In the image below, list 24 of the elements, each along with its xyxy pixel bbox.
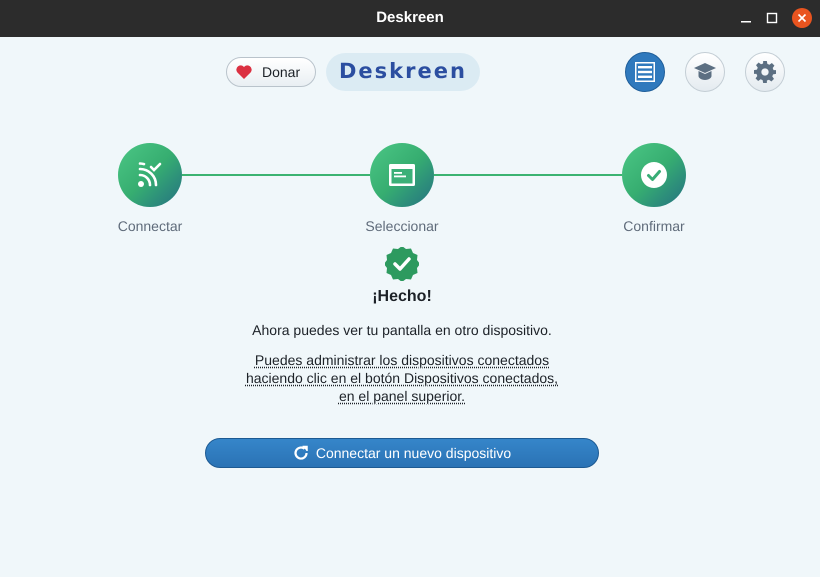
heart-icon [236, 65, 252, 79]
graduation-cap-icon [694, 63, 716, 81]
done-heading: ¡Hecho! [372, 287, 432, 307]
window-icon [389, 164, 415, 186]
list-icon [635, 62, 655, 82]
close-icon[interactable] [792, 8, 812, 28]
success-message: Ahora puedes ver tu pantalla en otro dispositivo. [252, 321, 552, 340]
window-title: Deskreen [376, 8, 444, 28]
hint-text: Puedes administrar los dispositivos conectados haciendo clic en el botón Dispositivos conectados, en el panel superior. [244, 351, 560, 405]
step-label: Connectar [118, 217, 182, 236]
devices-button[interactable] [625, 52, 665, 92]
connect-new-device-button[interactable]: Connectar un nuevo dispositivo [205, 438, 599, 468]
step-label: Seleccionar [365, 217, 439, 236]
maximize-icon[interactable] [766, 12, 778, 24]
logo: Deskreen [326, 53, 480, 91]
tutorial-button[interactable] [685, 52, 725, 92]
refresh-icon [292, 445, 309, 461]
settings-icon [754, 61, 776, 83]
settings-button[interactable] [745, 52, 785, 92]
donate-button[interactable]: Donar [226, 57, 316, 87]
check-badge-icon [385, 247, 419, 281]
check-circle-icon [641, 162, 667, 188]
step-label: Confirmar [623, 217, 685, 236]
wifi-check-icon [136, 161, 164, 189]
